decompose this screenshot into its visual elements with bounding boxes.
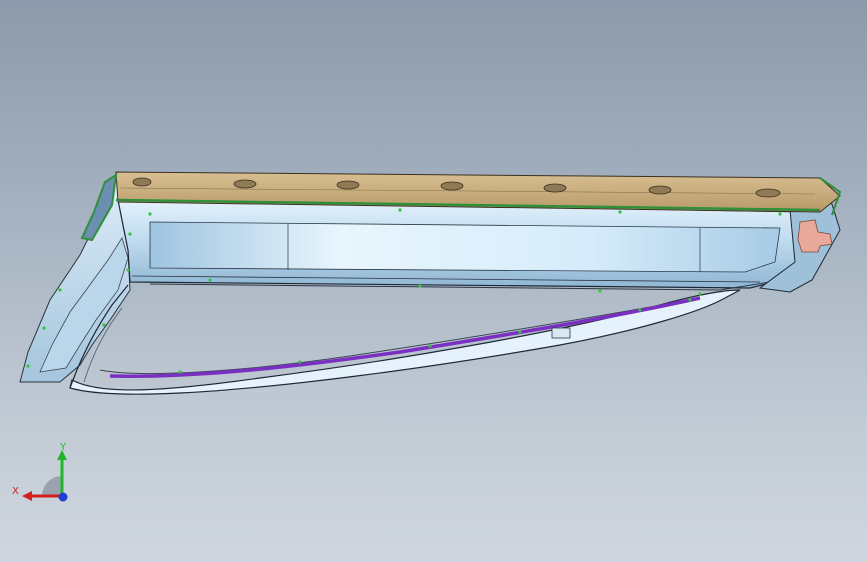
x-axis-label: X xyxy=(12,486,19,497)
lower-frame-arc xyxy=(69,289,741,395)
y-axis-label: Y xyxy=(59,442,67,453)
door-frame-model[interactable] xyxy=(0,0,867,562)
triad-quadrant xyxy=(42,476,62,496)
frame-clip xyxy=(551,327,571,339)
z-axis-dot xyxy=(58,492,68,502)
main-panel xyxy=(149,221,781,273)
cad-3d-viewport[interactable]: Y X xyxy=(0,0,867,562)
axis-triad: Y X xyxy=(10,440,80,510)
